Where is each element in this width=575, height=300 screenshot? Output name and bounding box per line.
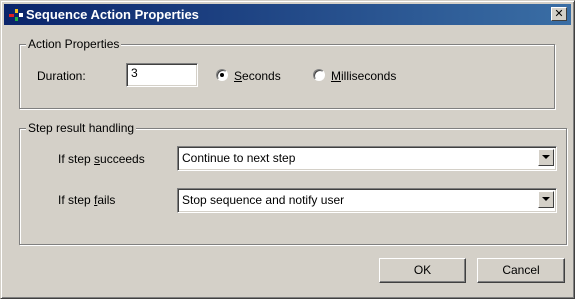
if-step-fails-value: Stop sequence and notify user xyxy=(182,193,345,207)
step-result-handling-group-label: Step result handling xyxy=(26,121,137,135)
milliseconds-radio-label[interactable]: Milliseconds xyxy=(331,69,396,83)
chevron-down-icon[interactable] xyxy=(538,191,554,208)
milliseconds-radio[interactable] xyxy=(313,69,325,81)
sequence-app-icon xyxy=(9,9,23,21)
if-step-fails-dropdown[interactable]: Stop sequence and notify user xyxy=(177,188,557,213)
title-bar[interactable]: Sequence Action Properties ✕ xyxy=(4,4,571,25)
ok-button[interactable]: OK xyxy=(379,258,466,283)
cancel-button[interactable]: Cancel xyxy=(477,258,565,283)
if-step-fails-label: If step fails xyxy=(58,193,116,207)
close-icon: ✕ xyxy=(554,7,564,20)
if-step-succeeds-value: Continue to next step xyxy=(182,151,296,165)
sequence-action-properties-dialog: Sequence Action Properties ✕ Action Prop… xyxy=(0,0,575,299)
seconds-radio-label[interactable]: Seconds xyxy=(234,69,281,83)
duration-label: Duration: xyxy=(37,69,86,83)
close-button[interactable]: ✕ xyxy=(551,7,567,21)
action-properties-group: Action Properties xyxy=(19,37,555,109)
if-step-succeeds-dropdown[interactable]: Continue to next step xyxy=(177,146,557,171)
window-title: Sequence Action Properties xyxy=(26,7,199,22)
chevron-down-icon[interactable] xyxy=(538,149,554,166)
duration-value: 3 xyxy=(131,66,138,80)
action-properties-group-label: Action Properties xyxy=(26,37,122,51)
seconds-radio[interactable] xyxy=(216,69,228,81)
duration-input[interactable]: 3 xyxy=(126,63,198,87)
if-step-succeeds-label: If step succeeds xyxy=(58,152,145,166)
